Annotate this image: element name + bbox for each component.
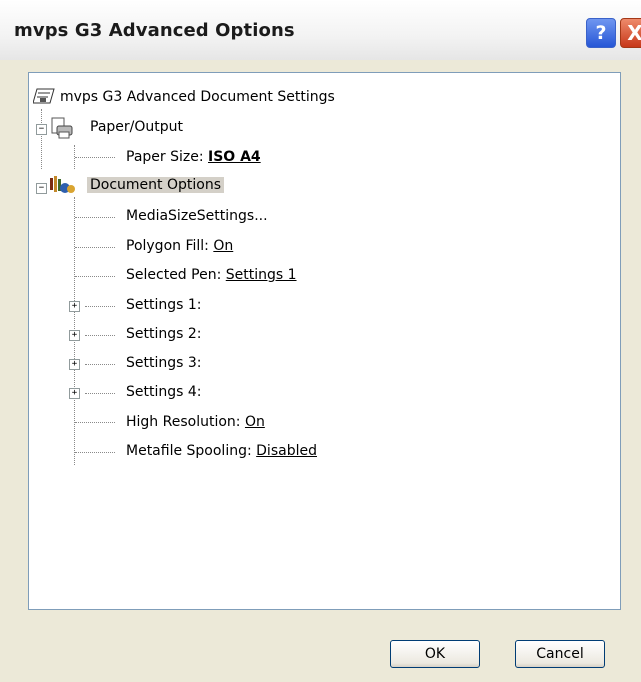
cancel-button[interactable]: Cancel — [515, 640, 605, 668]
selected-pen-label: Selected Pen: — [126, 267, 226, 283]
minus-expander-icon[interactable]: − — [36, 124, 47, 135]
settings-1-node[interactable]: Settings 1: — [123, 293, 205, 317]
tree-connector — [75, 276, 115, 277]
settings-3-node[interactable]: Settings 3: — [123, 351, 205, 375]
settings-4-node[interactable]: Settings 4: — [123, 380, 205, 404]
close-button[interactable]: X — [620, 18, 641, 48]
settings-3-label: Settings 3: — [126, 355, 202, 371]
window-title: mvps G3 Advanced Options — [14, 20, 295, 41]
tree-connector — [75, 157, 115, 158]
tree-connector — [75, 217, 115, 218]
high-resolution-label: High Resolution: — [126, 414, 245, 430]
document-options-icon — [50, 176, 75, 193]
tree-root-node[interactable]: mvps G3 Advanced Document Settings — [57, 85, 338, 109]
polygon-fill-label: Polygon Fill: — [126, 238, 214, 254]
metafile-spooling-value[interactable]: Disabled — [256, 443, 317, 459]
metafile-spooling-label: Metafile Spooling: — [126, 443, 257, 459]
document-options-node[interactable]: Document Options — [87, 173, 224, 197]
tree-connector — [75, 452, 115, 453]
tree-connector — [75, 247, 115, 248]
help-button[interactable]: ? — [586, 18, 616, 48]
polygon-fill-value[interactable]: On — [213, 238, 233, 254]
ok-button[interactable]: OK — [390, 640, 480, 668]
media-size-settings-label: MediaSizeSettings... — [126, 208, 268, 224]
tree-connector — [85, 306, 115, 307]
title-bar[interactable]: mvps G3 Advanced Options ? X — [0, 0, 641, 60]
selected-pen-value[interactable]: Settings 1 — [226, 267, 297, 283]
paper-size-node[interactable]: Paper Size: ISO A4 — [123, 145, 264, 169]
settings-2-label: Settings 2: — [126, 326, 202, 342]
high-resolution-node[interactable]: High Resolution: On — [123, 410, 268, 434]
paper-size-value[interactable]: ISO A4 — [208, 149, 261, 165]
tree-connector — [75, 422, 115, 423]
paper-output-icon — [51, 117, 73, 139]
minus-expander-icon[interactable]: − — [36, 183, 47, 194]
root-label: mvps G3 Advanced Document Settings — [60, 89, 335, 105]
paper-size-label: Paper Size: — [126, 149, 209, 165]
settings-1-label: Settings 1: — [126, 297, 202, 313]
plus-expander-icon[interactable]: + — [69, 359, 80, 370]
plus-expander-icon[interactable]: + — [69, 330, 80, 341]
settings-4-label: Settings 4: — [126, 384, 202, 400]
settings-tree[interactable]: − − + + + + mvps G3 Advanced Document Se… — [28, 72, 621, 610]
plus-expander-icon[interactable]: + — [69, 301, 80, 312]
selected-pen-node[interactable]: Selected Pen: Settings 1 — [123, 263, 300, 287]
metafile-spooling-node[interactable]: Metafile Spooling: Disabled — [123, 439, 320, 463]
tree-connector — [85, 393, 115, 394]
high-resolution-value[interactable]: On — [245, 414, 265, 430]
settings-2-node[interactable]: Settings 2: — [123, 322, 205, 346]
tree-connector — [85, 335, 115, 336]
document-options-label: Document Options — [87, 177, 224, 193]
paper-output-node[interactable]: Paper/Output — [87, 115, 186, 139]
tree-connector — [41, 109, 42, 169]
printer-settings-icon — [33, 88, 55, 104]
polygon-fill-node[interactable]: Polygon Fill: On — [123, 234, 236, 258]
media-size-settings-node[interactable]: MediaSizeSettings... — [123, 204, 271, 228]
dialog-body: − − + + + + mvps G3 Advanced Document Se… — [0, 60, 641, 682]
tree-connector — [85, 364, 115, 365]
plus-expander-icon[interactable]: + — [69, 388, 80, 399]
paper-output-label: Paper/Output — [90, 119, 183, 135]
